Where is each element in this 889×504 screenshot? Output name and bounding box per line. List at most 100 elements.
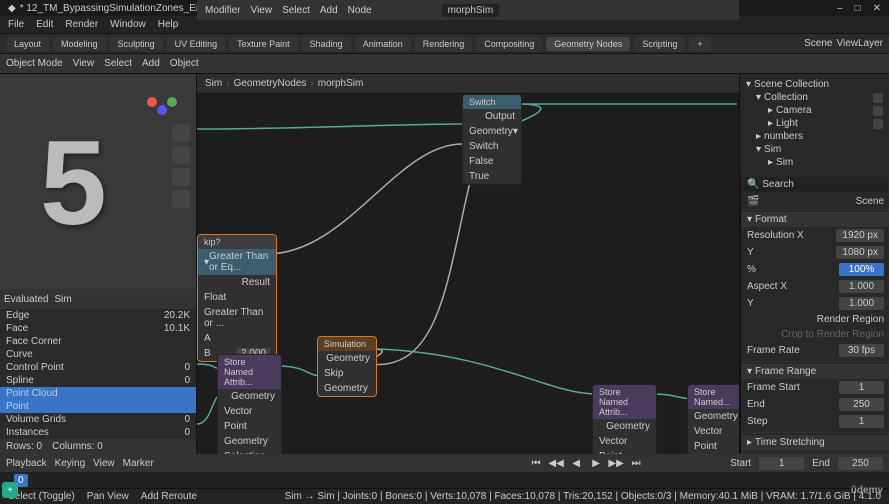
tab-layout[interactable]: Layout	[6, 37, 49, 51]
ss-spline[interactable]: Spline0	[0, 374, 196, 387]
viewlayer-selector[interactable]: ViewLayer	[836, 38, 883, 49]
tab-texture[interactable]: Texture Paint	[229, 37, 298, 51]
crop-check[interactable]: Crop to Render Region	[781, 329, 884, 340]
resx-input[interactable]: 1920 px	[836, 229, 884, 242]
playback-menu[interactable]: Playback	[6, 458, 47, 469]
evaluated-dropdown[interactable]: Evaluated	[4, 294, 48, 305]
ss-pointcloud[interactable]: Point Cloud	[0, 387, 196, 400]
node-store-attrib-3[interactable]: Store Named... Geometry Vector Point Geo…	[687, 384, 739, 454]
ol-sim[interactable]: ▾Sim	[744, 143, 885, 156]
ss-curve[interactable]: Curve	[0, 348, 196, 361]
node-tree-name[interactable]: morphSim	[442, 4, 500, 17]
viewport-3d[interactable]: 5 Shift Evaluated Sim Edge20.2K Face10.1…	[0, 74, 197, 454]
ss-facecorner[interactable]: Face Corner	[0, 335, 196, 348]
tab-uv[interactable]: UV Editing	[167, 37, 226, 51]
tab-rendering[interactable]: Rendering	[415, 37, 473, 51]
jump-end-button[interactable]: ⏭	[630, 457, 642, 469]
spreadsheet-object[interactable]: Sim	[54, 294, 71, 305]
timeline-track[interactable]: 0	[0, 472, 889, 488]
toolbar-add[interactable]: Add	[142, 58, 160, 69]
prop-format-panel[interactable]: ▾ Format	[741, 212, 889, 227]
play-reverse-button[interactable]: ◀	[570, 457, 582, 469]
tab-modeling[interactable]: Modeling	[53, 37, 106, 51]
node-compare[interactable]: kip? ▾Greater Than or Eq... Result Float…	[197, 234, 277, 362]
frameend-input[interactable]: 250	[839, 398, 884, 411]
tab-geometry-nodes[interactable]: Geometry Nodes	[546, 37, 630, 51]
prev-keyframe-button[interactable]: ◀◀	[550, 457, 562, 469]
menu-file[interactable]: File	[8, 19, 24, 30]
zoom-icon[interactable]	[172, 124, 190, 142]
ol-scene-collection[interactable]: ▾Scene Collection	[744, 78, 885, 91]
jump-start-button[interactable]: ⏮	[530, 457, 542, 469]
close-button[interactable]: ✕	[873, 3, 881, 14]
framestep-input[interactable]: 1	[839, 415, 884, 428]
ol-light[interactable]: ▸Light	[744, 117, 885, 130]
outliner[interactable]: ▾Scene Collection ▾Collection ▸Camera ▸L…	[740, 74, 889, 175]
ss-instances[interactable]: Instances0	[0, 426, 196, 439]
node-menu[interactable]: Node	[348, 5, 372, 16]
ol-numbers[interactable]: ▸numbers	[744, 130, 885, 143]
ss-volume[interactable]: Volume Grids0	[0, 413, 196, 426]
resy-input[interactable]: 1080 px	[836, 246, 884, 259]
ol-camera[interactable]: ▸Camera	[744, 104, 885, 117]
keying-menu[interactable]: Keying	[55, 458, 86, 469]
ol-sim-obj[interactable]: ▸Sim	[744, 156, 885, 169]
menu-help[interactable]: Help	[158, 19, 179, 30]
ss-face[interactable]: Face10.1K	[0, 322, 196, 335]
prop-timestretch-panel[interactable]: ▸ Time Stretching	[741, 435, 889, 450]
visibility-icon[interactable]	[873, 119, 883, 129]
node-store-attrib-1[interactable]: Store Named Attrib... Geometry Vector Po…	[217, 354, 282, 454]
aspx-input[interactable]: 1.000	[839, 280, 884, 293]
toolbar-view[interactable]: View	[73, 58, 95, 69]
framerate-input[interactable]: 30 fps	[839, 344, 884, 357]
menu-window[interactable]: Window	[110, 19, 146, 30]
next-keyframe-button[interactable]: ▶▶	[610, 457, 622, 469]
prop-search[interactable]: 🔍 Search	[743, 177, 888, 192]
scene-selector[interactable]: Scene	[804, 38, 832, 49]
tab-sculpting[interactable]: Sculpting	[110, 37, 163, 51]
node-editor[interactable]: Sim› GeometryNodes› morphSim Switch Outp…	[197, 74, 739, 454]
play-button[interactable]: ▶	[590, 457, 602, 469]
menu-render[interactable]: Render	[65, 19, 98, 30]
visibility-icon[interactable]	[873, 93, 883, 103]
node-add[interactable]: Add	[320, 5, 338, 16]
mode-dropdown[interactable]: Object Mode	[6, 58, 63, 69]
menu-edit[interactable]: Edit	[36, 19, 53, 30]
ss-point[interactable]: Point	[0, 400, 196, 413]
ol-collection[interactable]: ▾Collection	[744, 91, 885, 104]
tab-compositing[interactable]: Compositing	[476, 37, 542, 51]
tl-start-input[interactable]: 1	[759, 457, 804, 470]
ss-edge[interactable]: Edge20.2K	[0, 309, 196, 322]
framestart-input[interactable]: 1	[839, 381, 884, 394]
node-store-attrib-2[interactable]: Store Named Attrib... Geometry Vector Po…	[592, 384, 657, 454]
tab-shading[interactable]: Shading	[302, 37, 351, 51]
tab-animation[interactable]: Animation	[355, 37, 411, 51]
toolbar-object[interactable]: Object	[170, 58, 199, 69]
node-simulation[interactable]: Simulation Geometry Skip Geometry	[317, 336, 377, 397]
minimize-button[interactable]: –	[837, 3, 843, 14]
resolution-pct-input[interactable]: 100%	[839, 263, 884, 276]
bc-sim[interactable]: Sim	[205, 78, 222, 89]
marker-menu[interactable]: Marker	[123, 458, 154, 469]
ss-cp[interactable]: Control Point0	[0, 361, 196, 374]
add-button[interactable]: +	[2, 482, 18, 498]
bc-geo[interactable]: GeometryNodes	[234, 78, 307, 89]
pan-icon[interactable]	[172, 146, 190, 164]
aspy-input[interactable]: 1.000	[839, 297, 884, 310]
tab-scripting[interactable]: Scripting	[634, 37, 685, 51]
tab-add[interactable]: +	[689, 37, 710, 51]
maximize-button[interactable]: □	[855, 3, 861, 14]
tl-end-input[interactable]: 250	[838, 457, 883, 470]
node-select[interactable]: Select	[282, 5, 310, 16]
toolbar-select[interactable]: Select	[104, 58, 132, 69]
node-switch[interactable]: Switch Output Geometry▾ Switch False Tru…	[462, 94, 522, 185]
visibility-icon[interactable]	[873, 106, 883, 116]
grid-icon[interactable]	[172, 190, 190, 208]
tl-view-menu[interactable]: View	[93, 458, 115, 469]
node-view[interactable]: View	[251, 5, 273, 16]
camera-icon[interactable]	[172, 168, 190, 186]
nav-gizmo[interactable]	[142, 82, 182, 122]
prop-framerange-panel[interactable]: ▾ Frame Range	[741, 364, 889, 379]
bc-morph[interactable]: morphSim	[318, 78, 364, 89]
render-region-check[interactable]: Render Region	[817, 314, 884, 325]
